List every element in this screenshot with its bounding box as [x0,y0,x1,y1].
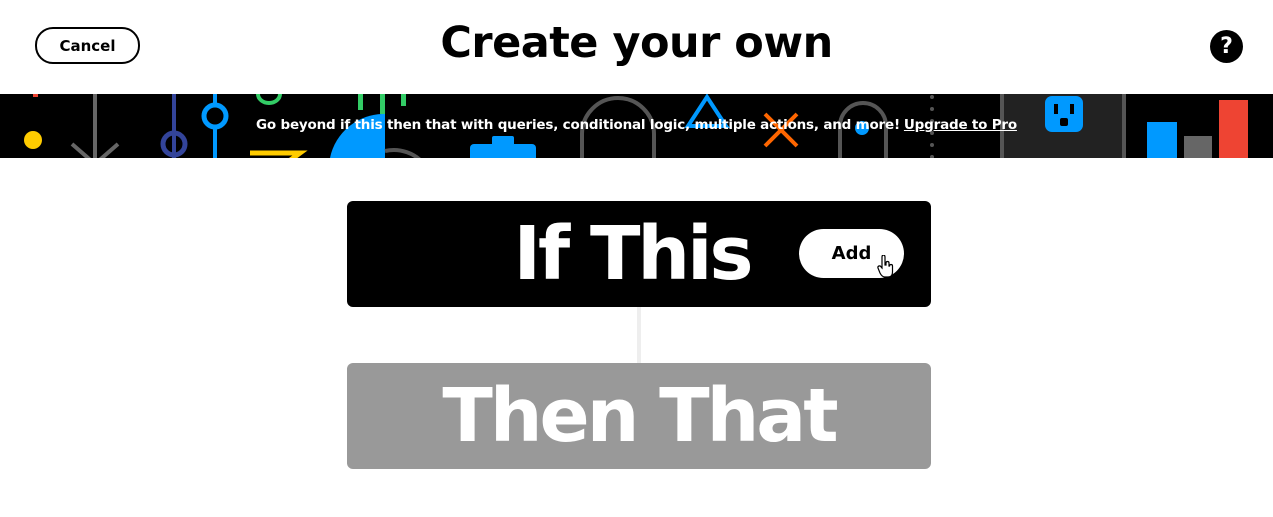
green-bars-icon [358,94,406,114]
camera-icon [470,136,536,158]
yellow-dot-icon [24,131,42,149]
header: Cancel Create your own ? [0,0,1273,94]
upgrade-banner: Go beyond if this then that with queries… [0,94,1273,158]
hand-cursor-icon [877,255,894,278]
banner-text: Go beyond if this then that with queries… [256,117,900,133]
help-icon[interactable]: ? [1210,30,1243,63]
then-that-label: Then That [442,373,838,459]
page-title: Create your own [440,18,833,68]
if-this-block[interactable]: If This Add [347,201,931,307]
create-applet-page: Cancel Create your own ? Go beyond if th… [0,0,1273,517]
then-that-block: Then That [347,363,931,469]
upgrade-link[interactable]: Upgrade to Pro [904,117,1017,133]
yellow-triangle-icon [250,150,308,158]
banner-message: Go beyond if this then that with queries… [0,117,1273,133]
connector-line [637,306,641,364]
